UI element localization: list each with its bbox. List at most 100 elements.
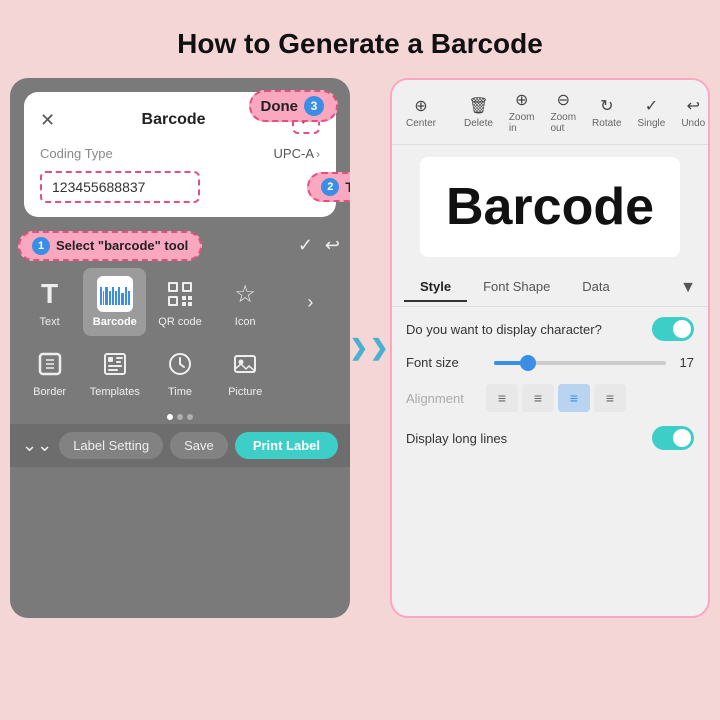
done-badge[interactable]: Done 3 — [249, 90, 339, 122]
chevron-down-icon[interactable]: ⌄⌄ — [22, 435, 52, 456]
text-icon: T — [32, 276, 68, 312]
picture-label: Picture — [228, 386, 262, 398]
tool-icon[interactable]: ☆ Icon — [214, 268, 277, 336]
font-size-slider[interactable] — [494, 361, 666, 365]
barcode-display: Barcode — [446, 177, 654, 237]
right-panel: ⊕ Center 🗑 Delete ⊕ Zoom in ⊖ Zoom out ↻… — [390, 78, 710, 618]
font-size-value: 17 — [674, 355, 694, 370]
type-in-badge: 2 Type in data — [307, 172, 350, 202]
data-input[interactable] — [40, 171, 200, 203]
templates-icon — [97, 346, 133, 382]
single-check-icon: ✓ — [645, 96, 658, 116]
rotate-icon: ↻ — [600, 96, 613, 116]
star-icon: ☆ — [227, 276, 263, 312]
center-icon: ⊕ — [414, 96, 427, 116]
barcode-canvas: Barcode — [420, 157, 680, 257]
right-toolbar: ⊕ Center 🗑 Delete ⊕ Zoom in ⊖ Zoom out ↻… — [392, 80, 708, 145]
close-icon[interactable]: ✕ — [40, 110, 55, 131]
rotate-label: Rotate — [592, 118, 621, 129]
print-button[interactable]: Print Label — [235, 432, 338, 459]
dialog-title: Barcode — [142, 111, 206, 129]
align-left-button[interactable]: ≡ — [486, 384, 518, 412]
tool-time[interactable]: Time — [148, 338, 211, 406]
right-toolbar-zoomout[interactable]: ⊖ Zoom out — [546, 88, 580, 136]
right-toolbar-single[interactable]: ✓ Single — [634, 94, 670, 131]
dot-1 — [167, 414, 173, 420]
right-toolbar-rotate[interactable]: ↻ Rotate — [588, 94, 625, 131]
slider-thumb — [520, 355, 536, 371]
tool-grid: T Text — [10, 264, 350, 410]
tool-barcode[interactable]: Barcode — [83, 268, 146, 336]
tool-qrcode[interactable]: QR code — [148, 268, 211, 336]
single-icon[interactable]: ✓ — [298, 235, 313, 256]
display-character-row: Do you want to display character? — [406, 317, 694, 341]
qrcode-label: QR code — [158, 316, 201, 328]
barcode-icon — [97, 276, 133, 312]
undo-toolbar-icon: ↩ — [687, 96, 700, 116]
border-icon — [32, 346, 68, 382]
display-long-row: Display long lines — [406, 426, 694, 450]
display-character-toggle[interactable] — [652, 317, 694, 341]
coding-type-value[interactable]: UPC-A › — [274, 146, 320, 161]
alignment-buttons: ≡ ≡ ≡ ≡ — [486, 384, 694, 412]
done-badge-num: 3 — [304, 96, 324, 116]
display-long-label: Display long lines — [406, 431, 507, 446]
right-toolbar-center[interactable]: ⊕ Center — [402, 94, 440, 131]
select-barcode-badge: 1 Select "barcode" tool — [18, 231, 202, 261]
right-toolbar-zoomin[interactable]: ⊕ Zoom in — [505, 88, 539, 136]
right-tabs: Style Font Shape Data ▼ — [392, 269, 708, 307]
single-label: Single — [638, 118, 666, 129]
delete-label: Delete — [464, 118, 493, 129]
right-settings: Do you want to display character? Font s… — [392, 307, 708, 616]
chevron-right-icon: › — [316, 147, 320, 161]
tool-templates[interactable]: Templates — [83, 338, 146, 406]
right-toolbar-delete[interactable]: 🗑 Delete — [460, 94, 497, 131]
qr-icon — [162, 276, 198, 312]
zoom-in-icon: ⊕ — [515, 90, 528, 110]
zoom-out-icon: ⊖ — [557, 90, 570, 110]
center-label: Center — [406, 118, 436, 129]
left-panel: Done 3 ✕ Barcode ✓ Coding Type UPC-A › — [10, 78, 350, 618]
arrow-separator: ❯❯ — [350, 335, 390, 361]
undo-icon[interactable]: ↩ — [325, 235, 340, 256]
align-right-button[interactable]: ≡ — [558, 384, 590, 412]
alignment-label: Alignment — [406, 391, 486, 406]
tool-border[interactable]: Border — [18, 338, 81, 406]
type-in-num: 2 — [321, 178, 339, 196]
forward-arrows-icon: ❯❯ — [350, 335, 391, 361]
tab-dropdown-icon[interactable]: ▼ — [680, 279, 696, 297]
tab-font-shape[interactable]: Font Shape — [467, 273, 566, 302]
align-center-button[interactable]: ≡ — [522, 384, 554, 412]
tool-text[interactable]: T Text — [18, 268, 81, 336]
label-setting-button[interactable]: Label Setting — [59, 432, 163, 459]
main-content: Done 3 ✕ Barcode ✓ Coding Type UPC-A › — [10, 78, 710, 618]
select-label: Select "barcode" tool — [56, 238, 188, 253]
alignment-row: Alignment ≡ ≡ ≡ ≡ — [406, 384, 694, 412]
border-label: Border — [33, 386, 66, 398]
select-num: 1 — [32, 237, 50, 255]
tab-data[interactable]: Data — [566, 273, 625, 302]
delete-icon: 🗑 — [468, 96, 488, 116]
tool-picture[interactable]: Picture — [214, 338, 277, 406]
align-justify-button[interactable]: ≡ — [594, 384, 626, 412]
type-in-label: Type in data — [345, 179, 350, 195]
zoomout-label: Zoom out — [550, 112, 576, 134]
icon-label: Icon — [235, 316, 256, 328]
zoomin-label: Zoom in — [509, 112, 535, 134]
toolbar: 1 Select "barcode" tool ✓ ↩ — [10, 227, 350, 264]
display-long-toggle[interactable] — [652, 426, 694, 450]
barcode-bars — [100, 283, 130, 305]
display-character-label: Do you want to display character? — [406, 322, 602, 337]
save-button[interactable]: Save — [170, 432, 228, 459]
done-label: Done — [261, 98, 299, 115]
dot-2 — [177, 414, 183, 420]
font-size-row: Font size 17 — [406, 355, 694, 370]
tool-scroll-right[interactable]: › — [279, 268, 342, 336]
font-size-label: Font size — [406, 355, 486, 370]
tab-style[interactable]: Style — [404, 273, 467, 302]
bottom-bar: ⌄⌄ Label Setting Save Print Label — [10, 424, 350, 467]
coding-type-label: Coding Type — [40, 146, 113, 161]
text-label: Text — [40, 316, 60, 328]
right-toolbar-undo[interactable]: ↩ Undo — [677, 94, 709, 131]
dot-3 — [187, 414, 193, 420]
